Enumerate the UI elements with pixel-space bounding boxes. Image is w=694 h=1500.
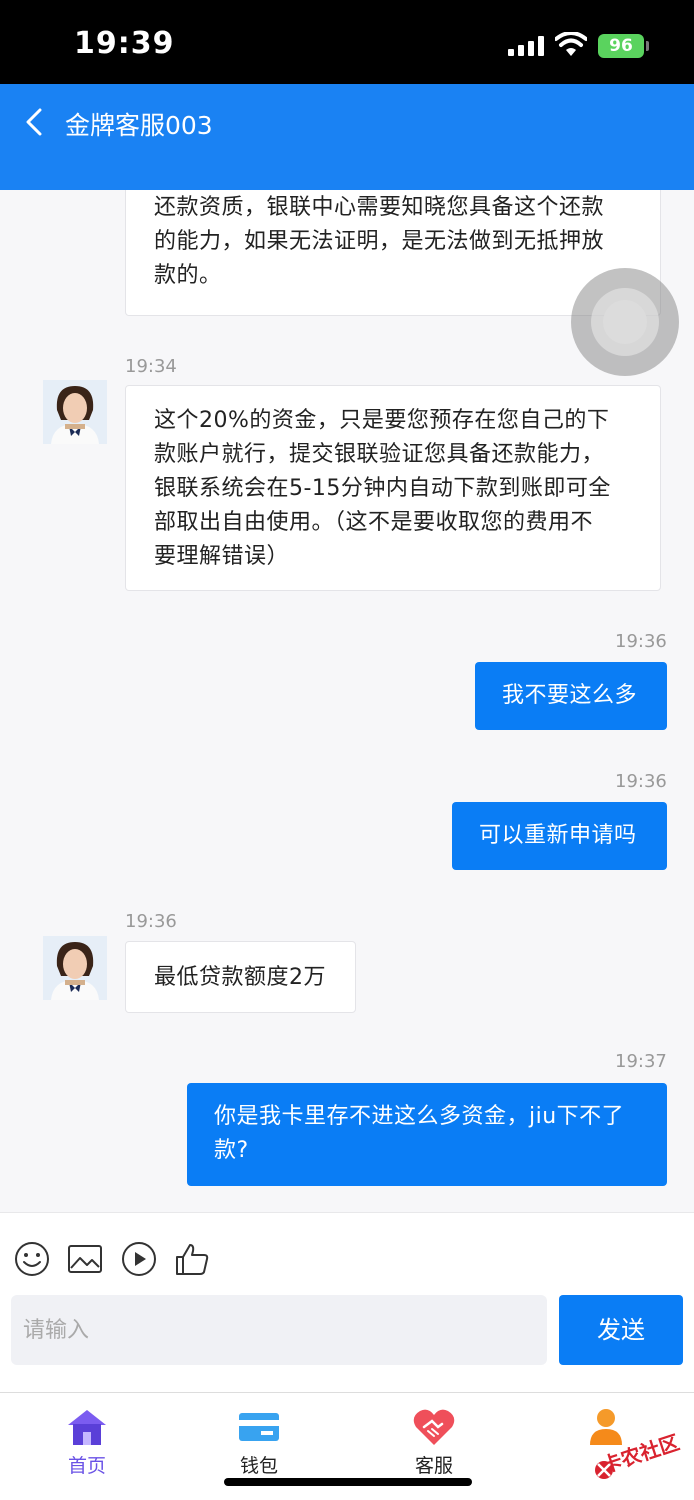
- assistive-touch-button[interactable]: [571, 268, 679, 376]
- message-bubble-outgoing: 你是我卡里存不进这么多资金，jiu下不了 款?: [187, 1083, 667, 1186]
- back-arrow-icon[interactable]: [20, 104, 50, 140]
- message-timestamp: 19:37: [615, 1051, 667, 1072]
- message-timestamp: 19:36: [615, 631, 667, 652]
- message-line: 款的。: [154, 263, 222, 288]
- message-line: 部取出自由使用。（这不是要收取您的费用不: [154, 510, 594, 535]
- agent-avatar: [43, 380, 107, 444]
- message-line: 我不要这么多: [502, 683, 638, 708]
- thumbs-up-icon[interactable]: [174, 1241, 210, 1277]
- status-bar: 19:39 96: [0, 0, 694, 84]
- message-line: 还款资质，银联中心需要知晓您具备这个还款: [154, 195, 605, 220]
- tab-service[interactable]: 客服: [384, 1407, 484, 1478]
- chat-header: 金牌客服003: [0, 84, 694, 190]
- agent-avatar-image: [43, 936, 107, 1000]
- agent-avatar: [43, 936, 107, 1000]
- wallet-icon: [239, 1413, 279, 1441]
- message-line: 可以重新申请吗: [479, 823, 637, 848]
- image-icon[interactable]: [67, 1241, 103, 1277]
- tab-label: 钱包: [239, 1455, 278, 1477]
- message-timestamp: 19:36: [615, 771, 667, 792]
- message-bubble-incoming: 这个20%的资金，只是要您预存在您自己的下 款账户就行，提交银联验证您具备还款能…: [125, 385, 661, 591]
- tab-label: 客服: [414, 1455, 453, 1477]
- message-bubble-outgoing: 可以重新申请吗: [452, 802, 667, 870]
- message-timestamp: 19:36: [125, 911, 177, 932]
- chat-title: 金牌客服003: [65, 111, 213, 140]
- home-indicator[interactable]: [224, 1478, 472, 1486]
- assistive-touch-core: [603, 300, 647, 344]
- message-line: 的能力，如果无法证明，是无法做到无抵押放: [154, 229, 605, 254]
- tab-wallet[interactable]: 钱包: [209, 1407, 309, 1478]
- message-line: 银联系统会在5-15分钟内自动下款到账即可全: [154, 476, 611, 501]
- battery-tip: [646, 41, 649, 51]
- message-bubble-outgoing: 我不要这么多: [475, 662, 667, 730]
- emoji-icon[interactable]: [14, 1241, 50, 1277]
- composer: 发送: [0, 1212, 694, 1392]
- message-line: 款?: [214, 1138, 249, 1163]
- message-input[interactable]: [11, 1295, 547, 1365]
- message-line: 你是我卡里存不进这么多资金，jiu下不了: [214, 1104, 625, 1129]
- message-line: 这个20%的资金，只是要您预存在您自己的下: [154, 408, 610, 433]
- signal-icon: [508, 36, 544, 56]
- message-bubble-incoming: 最低贷款额度2万: [125, 941, 356, 1013]
- message-timestamp: 19:34: [125, 356, 177, 377]
- send-button[interactable]: 发送: [559, 1295, 683, 1365]
- message-line: 要理解错误）: [154, 544, 290, 569]
- agent-avatar-image: [43, 380, 107, 444]
- message-line: 款账户就行，提交银联验证您具备还款能力，: [154, 442, 605, 467]
- home-icon: [68, 1410, 106, 1445]
- status-time: 19:39: [74, 26, 175, 61]
- tab-home[interactable]: 首页: [37, 1407, 137, 1478]
- handshake-heart-icon: [413, 1409, 455, 1445]
- battery-icon: 96: [598, 34, 644, 58]
- wifi-icon: [555, 32, 587, 56]
- tab-label: 首页: [67, 1455, 106, 1477]
- video-icon[interactable]: [121, 1241, 157, 1277]
- message-line: 最低贷款额度2万: [154, 965, 326, 990]
